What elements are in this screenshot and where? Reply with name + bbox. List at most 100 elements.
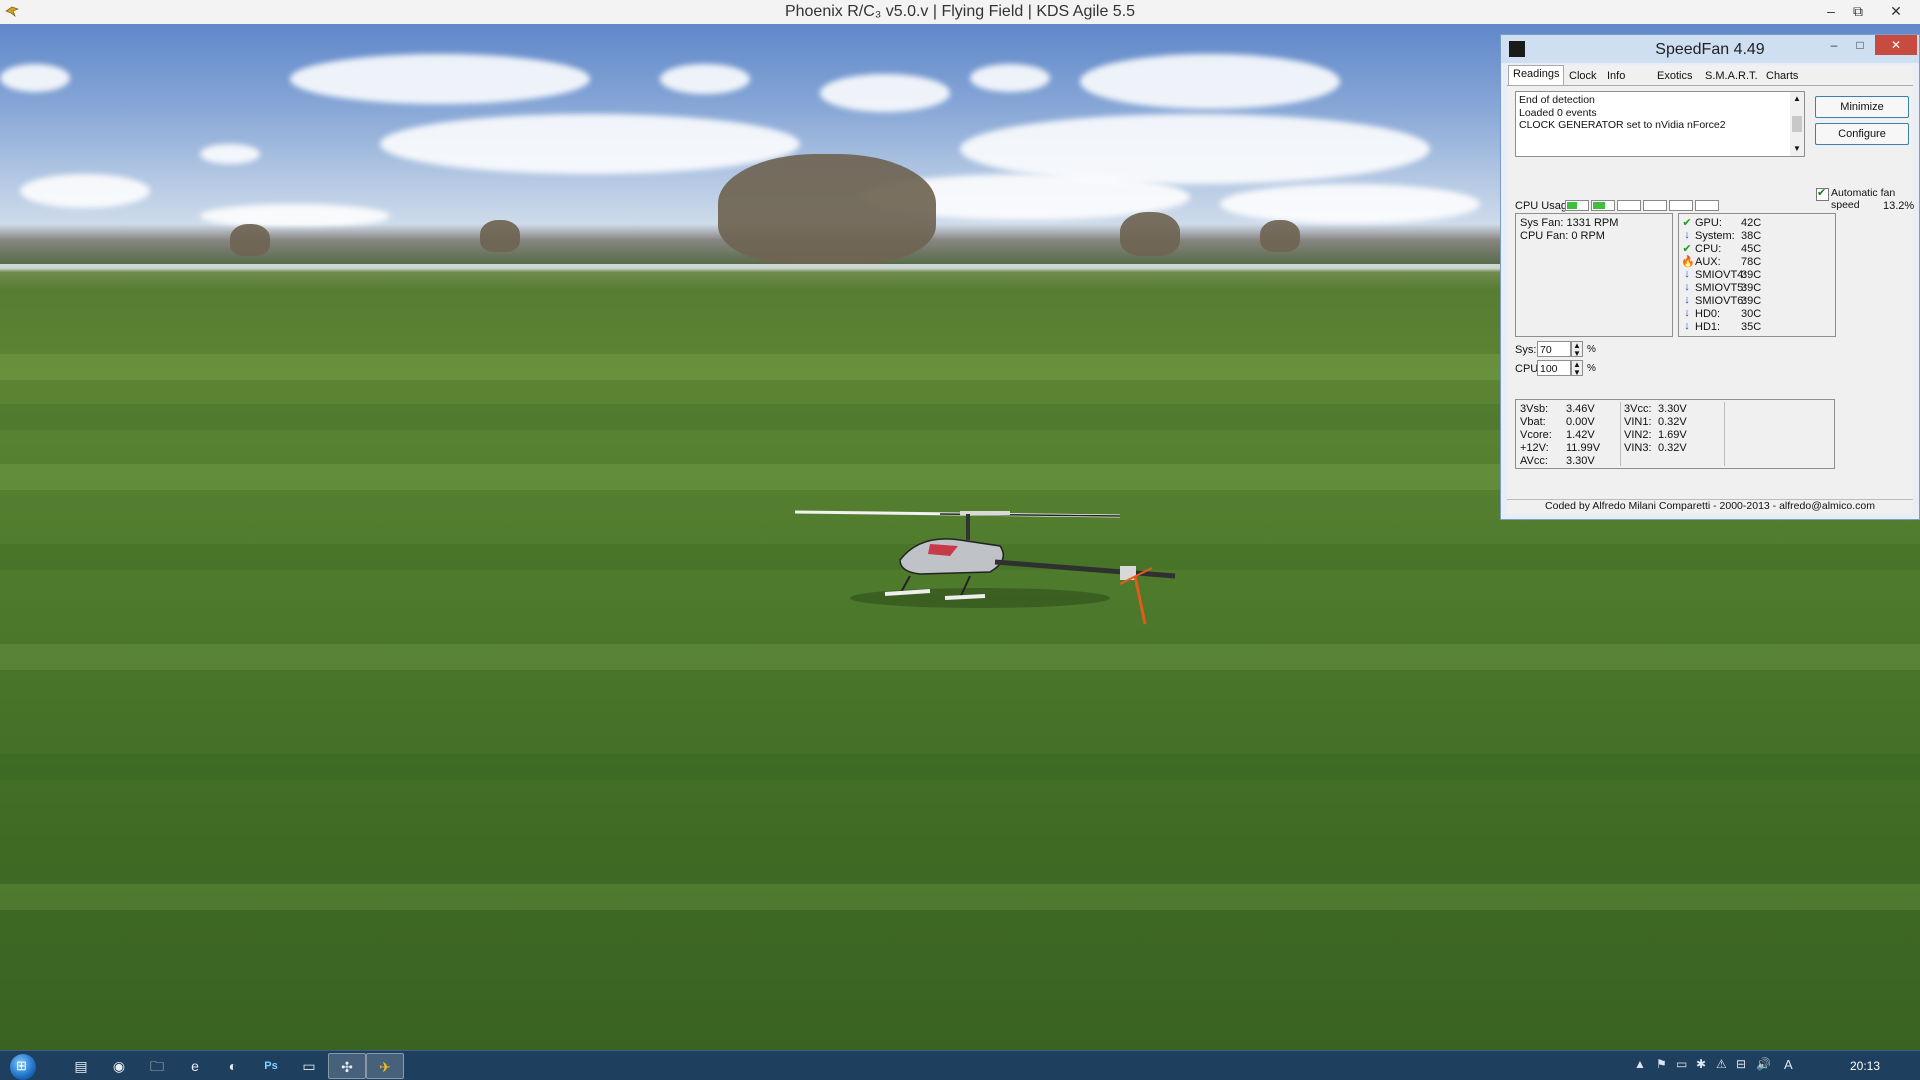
temperature-row: ↓ HD0: 30C xyxy=(1681,307,1836,321)
cloud xyxy=(970,64,1050,92)
cpu-core-bar xyxy=(1591,200,1615,211)
clock[interactable]: 20:13 xyxy=(1850,1059,1880,1073)
monitor-icon[interactable]: ▭ xyxy=(1676,1057,1687,1071)
sys-speed-stepper-icon[interactable]: ▲ ▼ xyxy=(1571,341,1583,358)
tree xyxy=(1260,220,1300,252)
restore-button[interactable]: ⧉ xyxy=(1845,0,1871,22)
fan-readings-panel: Sys Fan: 1331 RPM CPU Fan: 0 RPM xyxy=(1515,213,1673,337)
speedfan-titlebar[interactable]: SpeedFan 4.49 – □ ✕ xyxy=(1501,35,1919,63)
tab-info[interactable]: Info xyxy=(1603,68,1629,84)
cloud xyxy=(1080,54,1340,109)
tab-clock[interactable]: Clock xyxy=(1565,68,1601,84)
voltage-value: 3.46V xyxy=(1566,403,1595,415)
temperature-value: 78C xyxy=(1741,256,1762,268)
phoenix-rc-icon[interactable]: ✈ xyxy=(366,1053,404,1079)
cloud xyxy=(20,174,150,208)
temperature-row: ↓ HD1: 35C xyxy=(1681,320,1836,334)
show-hidden-icons-icon[interactable]: ▲ xyxy=(1634,1057,1646,1071)
cloud xyxy=(200,144,260,164)
voltage-divider xyxy=(1620,402,1621,466)
speedfan-body: Readings Clock Info Exotics S.M.A.R.T. C… xyxy=(1507,65,1914,514)
main-window-titlebar[interactable]: Phoenix R/C₃ v5.0.v | Flying Field | KDS… xyxy=(0,0,1920,25)
tab-charts[interactable]: Charts xyxy=(1762,68,1802,84)
minimize-button[interactable]: – xyxy=(1818,0,1844,22)
temperature-name: SMIOVT5: xyxy=(1695,282,1747,294)
credit-line: Coded by Alfredo Milani Comparetti - 200… xyxy=(1507,499,1913,514)
voltage-name: AVcc: xyxy=(1520,455,1548,467)
volume-icon[interactable]: 🔊 xyxy=(1756,1057,1771,1071)
temperature-name: CPU: xyxy=(1695,243,1722,255)
configure-button[interactable]: Configure xyxy=(1815,123,1909,145)
file-manager-icon[interactable]: ▤ xyxy=(62,1053,100,1079)
cloud xyxy=(820,74,950,112)
cloud xyxy=(1220,184,1480,224)
temperature-value: 30C xyxy=(1741,308,1762,320)
tree xyxy=(1120,212,1180,256)
scroll-thumb[interactable] xyxy=(1792,116,1802,132)
voltage-name: Vcore: xyxy=(1520,429,1552,441)
scroll-down-icon[interactable]: ▼ xyxy=(1793,143,1801,156)
photoshop-icon[interactable]: Ps xyxy=(252,1053,290,1079)
voltage-value: 1.42V xyxy=(1566,429,1595,441)
cloud xyxy=(0,64,70,92)
tab-exotics[interactable]: Exotics xyxy=(1653,68,1696,84)
temperature-value: 38C xyxy=(1741,230,1762,242)
bluetooth-icon[interactable]: ✱ xyxy=(1696,1057,1706,1071)
firefox-icon[interactable]: ◐ xyxy=(214,1053,252,1079)
fan-reading: Sys Fan: 1331 RPM xyxy=(1520,217,1619,229)
temperature-row: ↓ SMIOVT6: 39C xyxy=(1681,294,1836,308)
speedfan-minimize-button[interactable]: – xyxy=(1821,35,1847,55)
close-button[interactable]: ✕ xyxy=(1872,0,1920,22)
internet-explorer-icon[interactable]: e xyxy=(176,1053,214,1079)
speedfan-window[interactable]: SpeedFan 4.49 – □ ✕ Readings Clock Info … xyxy=(1500,34,1920,520)
cpu-core-fill xyxy=(1567,202,1577,209)
temperature-row: ↓ SMIOVT4: 39C xyxy=(1681,268,1836,282)
speedfan-maximize-button[interactable]: □ xyxy=(1847,35,1873,55)
tab-readings[interactable]: Readings xyxy=(1508,65,1565,85)
temperature-name: HD0: xyxy=(1695,308,1721,320)
taskbar: ⊞ ▤ ◉ 🗀 e ◐ Ps ▭ ✣ ✈ ▲ ⚑ ▭ ✱ ⚠ ⊟ 🔊 A 20:… xyxy=(0,1050,1920,1080)
network-icon[interactable]: ⊟ xyxy=(1736,1057,1746,1071)
sys-speed-input[interactable]: 70 xyxy=(1537,341,1571,357)
temperature-name: SMIOVT6: xyxy=(1695,295,1747,307)
flame-icon: 🔥 xyxy=(1681,256,1695,268)
arrow-down-icon: ↓ xyxy=(1684,320,1690,332)
speedfan-icon[interactable]: ✣ xyxy=(328,1053,366,1079)
cpu-core-bar xyxy=(1695,200,1719,211)
scroll-up-icon[interactable]: ▲ xyxy=(1793,93,1801,106)
cpu-speed-input[interactable]: 100 xyxy=(1537,360,1571,376)
input-method-icon[interactable]: A xyxy=(1784,1057,1793,1072)
log-scrollbar[interactable]: ▲ ▼ xyxy=(1790,92,1804,156)
voltage-value: 0.32V xyxy=(1658,442,1687,454)
percent-label: % xyxy=(1587,344,1596,355)
start-button[interactable]: ⊞ xyxy=(10,1054,36,1080)
temperature-panel: ✔ GPU: 42C ↓ System: 38C ✔ CPU: 45C 🔥 AUX: 78C ↓ SMIO… xyxy=(1678,213,1836,337)
speedfan-close-button[interactable]: ✕ xyxy=(1875,35,1917,55)
tab-smart[interactable]: S.M.A.R.T. xyxy=(1701,68,1762,84)
action-center-flag-icon[interactable]: ⚑ xyxy=(1656,1057,1667,1071)
tree xyxy=(480,220,520,252)
security-icon[interactable]: ⚠ xyxy=(1716,1057,1727,1071)
window-title: Phoenix R/C₃ v5.0.v | Flying Field | KDS… xyxy=(784,3,1136,20)
voltage-divider xyxy=(1724,402,1725,466)
terminal-icon[interactable]: ▭ xyxy=(290,1053,328,1079)
minimize-app-button[interactable]: Minimize xyxy=(1815,96,1909,118)
temperature-name: HD1: xyxy=(1695,321,1721,333)
arrow-down-icon: ↓ xyxy=(1684,294,1690,306)
arrow-down-icon: ↓ xyxy=(1684,229,1690,241)
cloud xyxy=(660,64,750,94)
automatic-fan-speed-checkbox[interactable] xyxy=(1816,186,1829,201)
temperature-value: 39C xyxy=(1741,269,1762,281)
voltage-value: 0.32V xyxy=(1658,416,1687,428)
voltage-panel: 3Vsb: 3.46V Vbat: 0.00V Vcore: 1.42V +12V: 1… xyxy=(1515,399,1835,469)
media-player-icon[interactable]: ◉ xyxy=(100,1053,138,1079)
folder-icon[interactable]: 🗀 xyxy=(138,1053,176,1079)
grass-stripe xyxy=(0,644,1920,670)
temperature-value: 35C xyxy=(1741,321,1762,333)
voltage-name: 3Vcc: xyxy=(1624,403,1652,415)
helicopter-model[interactable] xyxy=(790,494,1210,644)
cpu-speed-stepper-icon[interactable]: ▲ ▼ xyxy=(1571,360,1583,377)
fan-reading: CPU Fan: 0 RPM xyxy=(1520,230,1605,242)
check-icon: ✔ xyxy=(1682,243,1692,255)
event-log[interactable]: End of detection Loaded 0 events CLOCK G… xyxy=(1515,91,1805,157)
